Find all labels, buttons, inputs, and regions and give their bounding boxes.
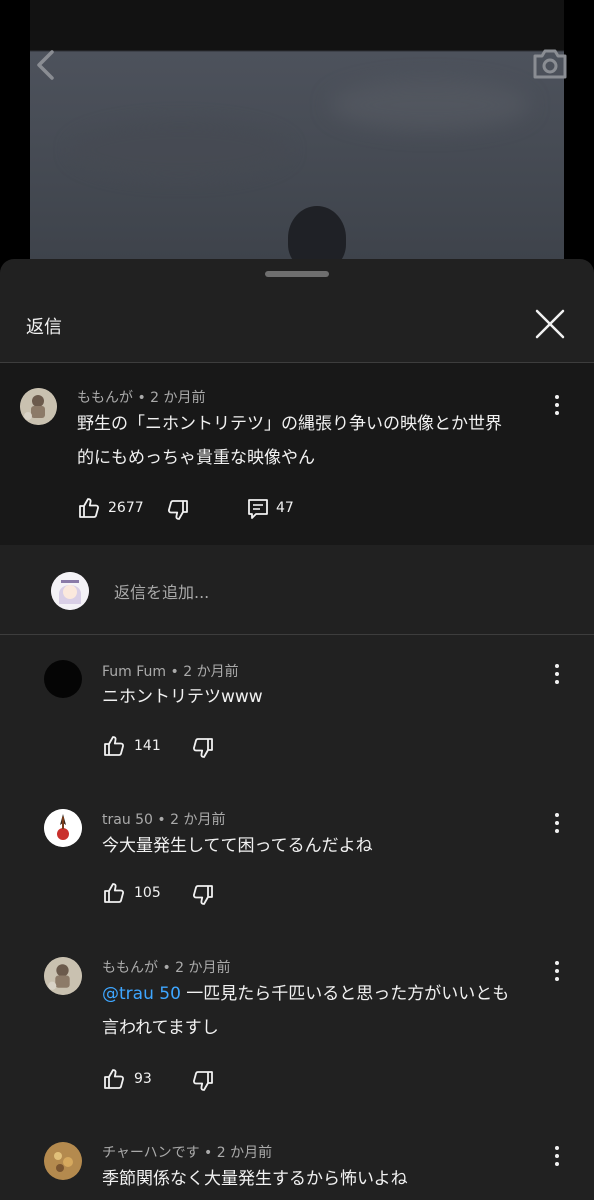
comment-age: 2 か月前 <box>150 390 206 406</box>
video-frame[interactable] <box>30 0 564 270</box>
reply-text: ニホントリテツwww <box>102 687 263 707</box>
reply-icon[interactable] <box>246 497 270 521</box>
more-icon[interactable] <box>547 391 567 419</box>
avatar-image <box>20 388 57 425</box>
like-icon[interactable] <box>77 496 101 520</box>
reply-text: 今大量発生してて困ってるんだよね <box>102 836 373 856</box>
dislike-icon[interactable] <box>191 883 215 907</box>
add-reply-input[interactable]: 返信を追加... <box>114 579 209 603</box>
avatar[interactable] <box>44 1142 82 1180</box>
comment-text: 野生の「ニホントリテツ」の縄張り争いの映像とか世界 的にもめっちゃ貴重な映像やん <box>77 407 502 475</box>
back-icon[interactable] <box>34 50 58 80</box>
avatar[interactable] <box>44 660 82 698</box>
comment-text-line: 的にもめっちゃ貴重な映像やん <box>77 448 315 468</box>
my-avatar-image <box>51 572 89 610</box>
avatar-image <box>44 957 82 995</box>
reply-age: 2 か月前 <box>175 960 231 976</box>
meta-separator: • <box>199 1145 217 1161</box>
reply-author[interactable]: Fum Fum <box>102 664 166 680</box>
avatar[interactable] <box>20 388 57 425</box>
comment-author[interactable]: ももんが <box>77 390 133 406</box>
reply-text-line: @trau 50 一匹見たら千匹いると思った方がいいとも <box>102 977 572 1011</box>
divider <box>0 634 594 635</box>
like-count: 141 <box>134 738 161 754</box>
reply-meta: ももんが • 2 か月前 <box>102 957 231 977</box>
camera-icon[interactable] <box>531 47 569 81</box>
mention-link[interactable]: @trau 50 <box>102 984 181 1004</box>
video-cloud <box>70 120 290 180</box>
dislike-icon[interactable] <box>191 1069 215 1093</box>
reply-text-part: 一匹見たら千匹いると思った方がいいとも <box>180 984 510 1004</box>
reply-text: @trau 50 一匹見たら千匹いると思った方がいいとも 言われてますし <box>102 977 572 1045</box>
meta-separator: • <box>152 812 171 828</box>
meta-separator: • <box>133 390 151 406</box>
more-icon[interactable] <box>547 809 567 837</box>
avatar[interactable] <box>44 809 82 847</box>
parent-comment: ももんが • 2 か月前 野生の「ニホントリテツ」の縄張り争いの映像とか世界 的… <box>0 363 594 545</box>
dislike-icon[interactable] <box>191 736 215 760</box>
more-icon[interactable] <box>547 660 567 688</box>
video-cloud <box>330 80 530 130</box>
reply-age: 2 か月前 <box>170 812 226 828</box>
more-icon[interactable] <box>547 1142 567 1170</box>
reply-age: 2 か月前 <box>183 664 239 680</box>
reply-meta: trau 50 • 2 か月前 <box>102 809 226 829</box>
avatar[interactable] <box>44 957 82 995</box>
video-player[interactable] <box>0 0 594 270</box>
avatar-image <box>44 809 82 847</box>
sheet-title: 返信 <box>26 317 62 338</box>
reply-text: 季節関係なく大量発生するから怖いよね <box>102 1169 408 1189</box>
my-avatar <box>51 572 89 610</box>
like-count: 93 <box>134 1071 152 1087</box>
reply-meta: チャーハンです • 2 か月前 <box>102 1142 272 1162</box>
reply-author[interactable]: チャーハンです <box>102 1145 200 1161</box>
reply-age: 2 か月前 <box>216 1145 273 1161</box>
reply-meta: Fum Fum • 2 か月前 <box>102 661 239 681</box>
like-count: 2677 <box>108 500 144 516</box>
reply-count: 47 <box>276 500 294 516</box>
drag-handle[interactable] <box>265 271 329 277</box>
replies-sheet: 返信 ももんが • 2 か月前 野生の「ニホントリテツ」の縄張り争いの映像とか世… <box>0 259 594 1200</box>
like-icon[interactable] <box>102 734 126 758</box>
comment-meta: ももんが • 2 か月前 <box>77 387 206 407</box>
reply-author[interactable]: trau 50 <box>102 812 153 828</box>
meta-separator: • <box>158 960 176 976</box>
like-icon[interactable] <box>102 1067 126 1091</box>
like-icon[interactable] <box>102 881 126 905</box>
reply-author[interactable]: ももんが <box>102 960 158 976</box>
avatar-image <box>44 1142 82 1180</box>
like-count: 105 <box>134 885 161 901</box>
dislike-icon[interactable] <box>166 498 190 522</box>
close-icon[interactable] <box>533 307 567 341</box>
reply-text-line: 言われてますし <box>102 1018 219 1038</box>
comment-text-line: 野生の「ニホントリテツ」の縄張り争いの映像とか世界 <box>77 414 502 434</box>
meta-separator: • <box>166 664 184 680</box>
